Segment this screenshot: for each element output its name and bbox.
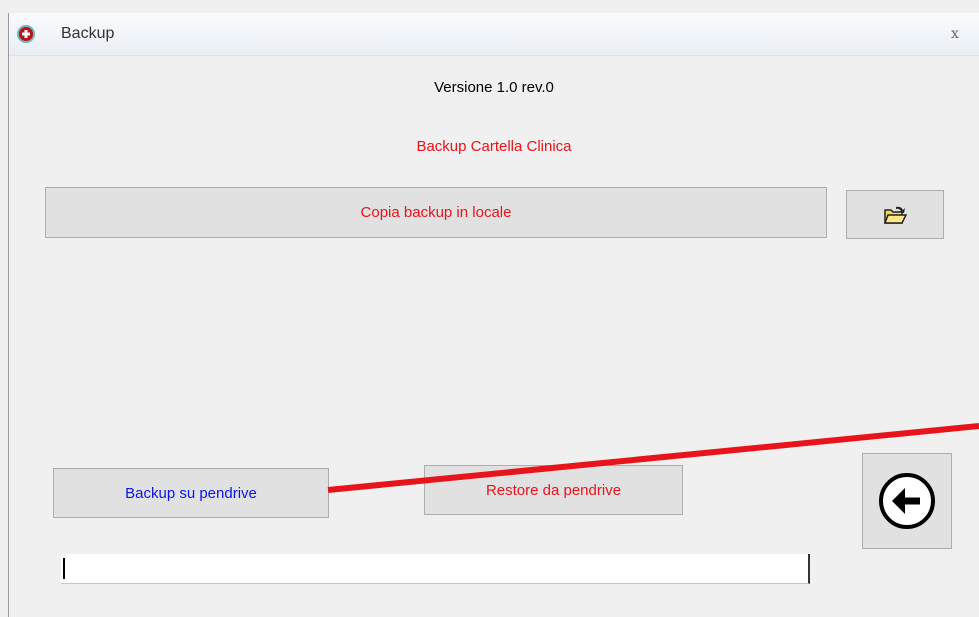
- browse-folder-button[interactable]: [846, 190, 944, 239]
- window-title: Backup: [61, 25, 115, 42]
- restore-pendrive-label: Restore da pendrive: [485, 481, 622, 499]
- medical-cross-icon: [17, 25, 35, 43]
- backup-window: Backup x Versione 1.0 rev.0 Backup Carte…: [8, 13, 979, 617]
- backup-pendrive-label: Backup su pendrive: [125, 484, 257, 502]
- back-arrow-icon: [879, 473, 935, 529]
- version-label: Versione 1.0 rev.0: [434, 79, 554, 96]
- backup-pendrive-button[interactable]: Backup su pendrive: [53, 468, 329, 518]
- progress-field[interactable]: [61, 554, 810, 584]
- open-folder-icon: [883, 206, 907, 224]
- copy-backup-local-label: Copia backup in locale: [360, 204, 512, 221]
- text-caret: [63, 558, 65, 579]
- back-button[interactable]: [862, 453, 952, 549]
- copy-backup-local-button[interactable]: Copia backup in locale: [45, 187, 827, 238]
- restore-pendrive-button[interactable]: Restore da pendrive: [424, 465, 683, 515]
- heading-label: Backup Cartella Clinica: [416, 138, 572, 155]
- title-bar[interactable]: Backup x: [9, 13, 979, 56]
- close-button[interactable]: x: [943, 23, 967, 45]
